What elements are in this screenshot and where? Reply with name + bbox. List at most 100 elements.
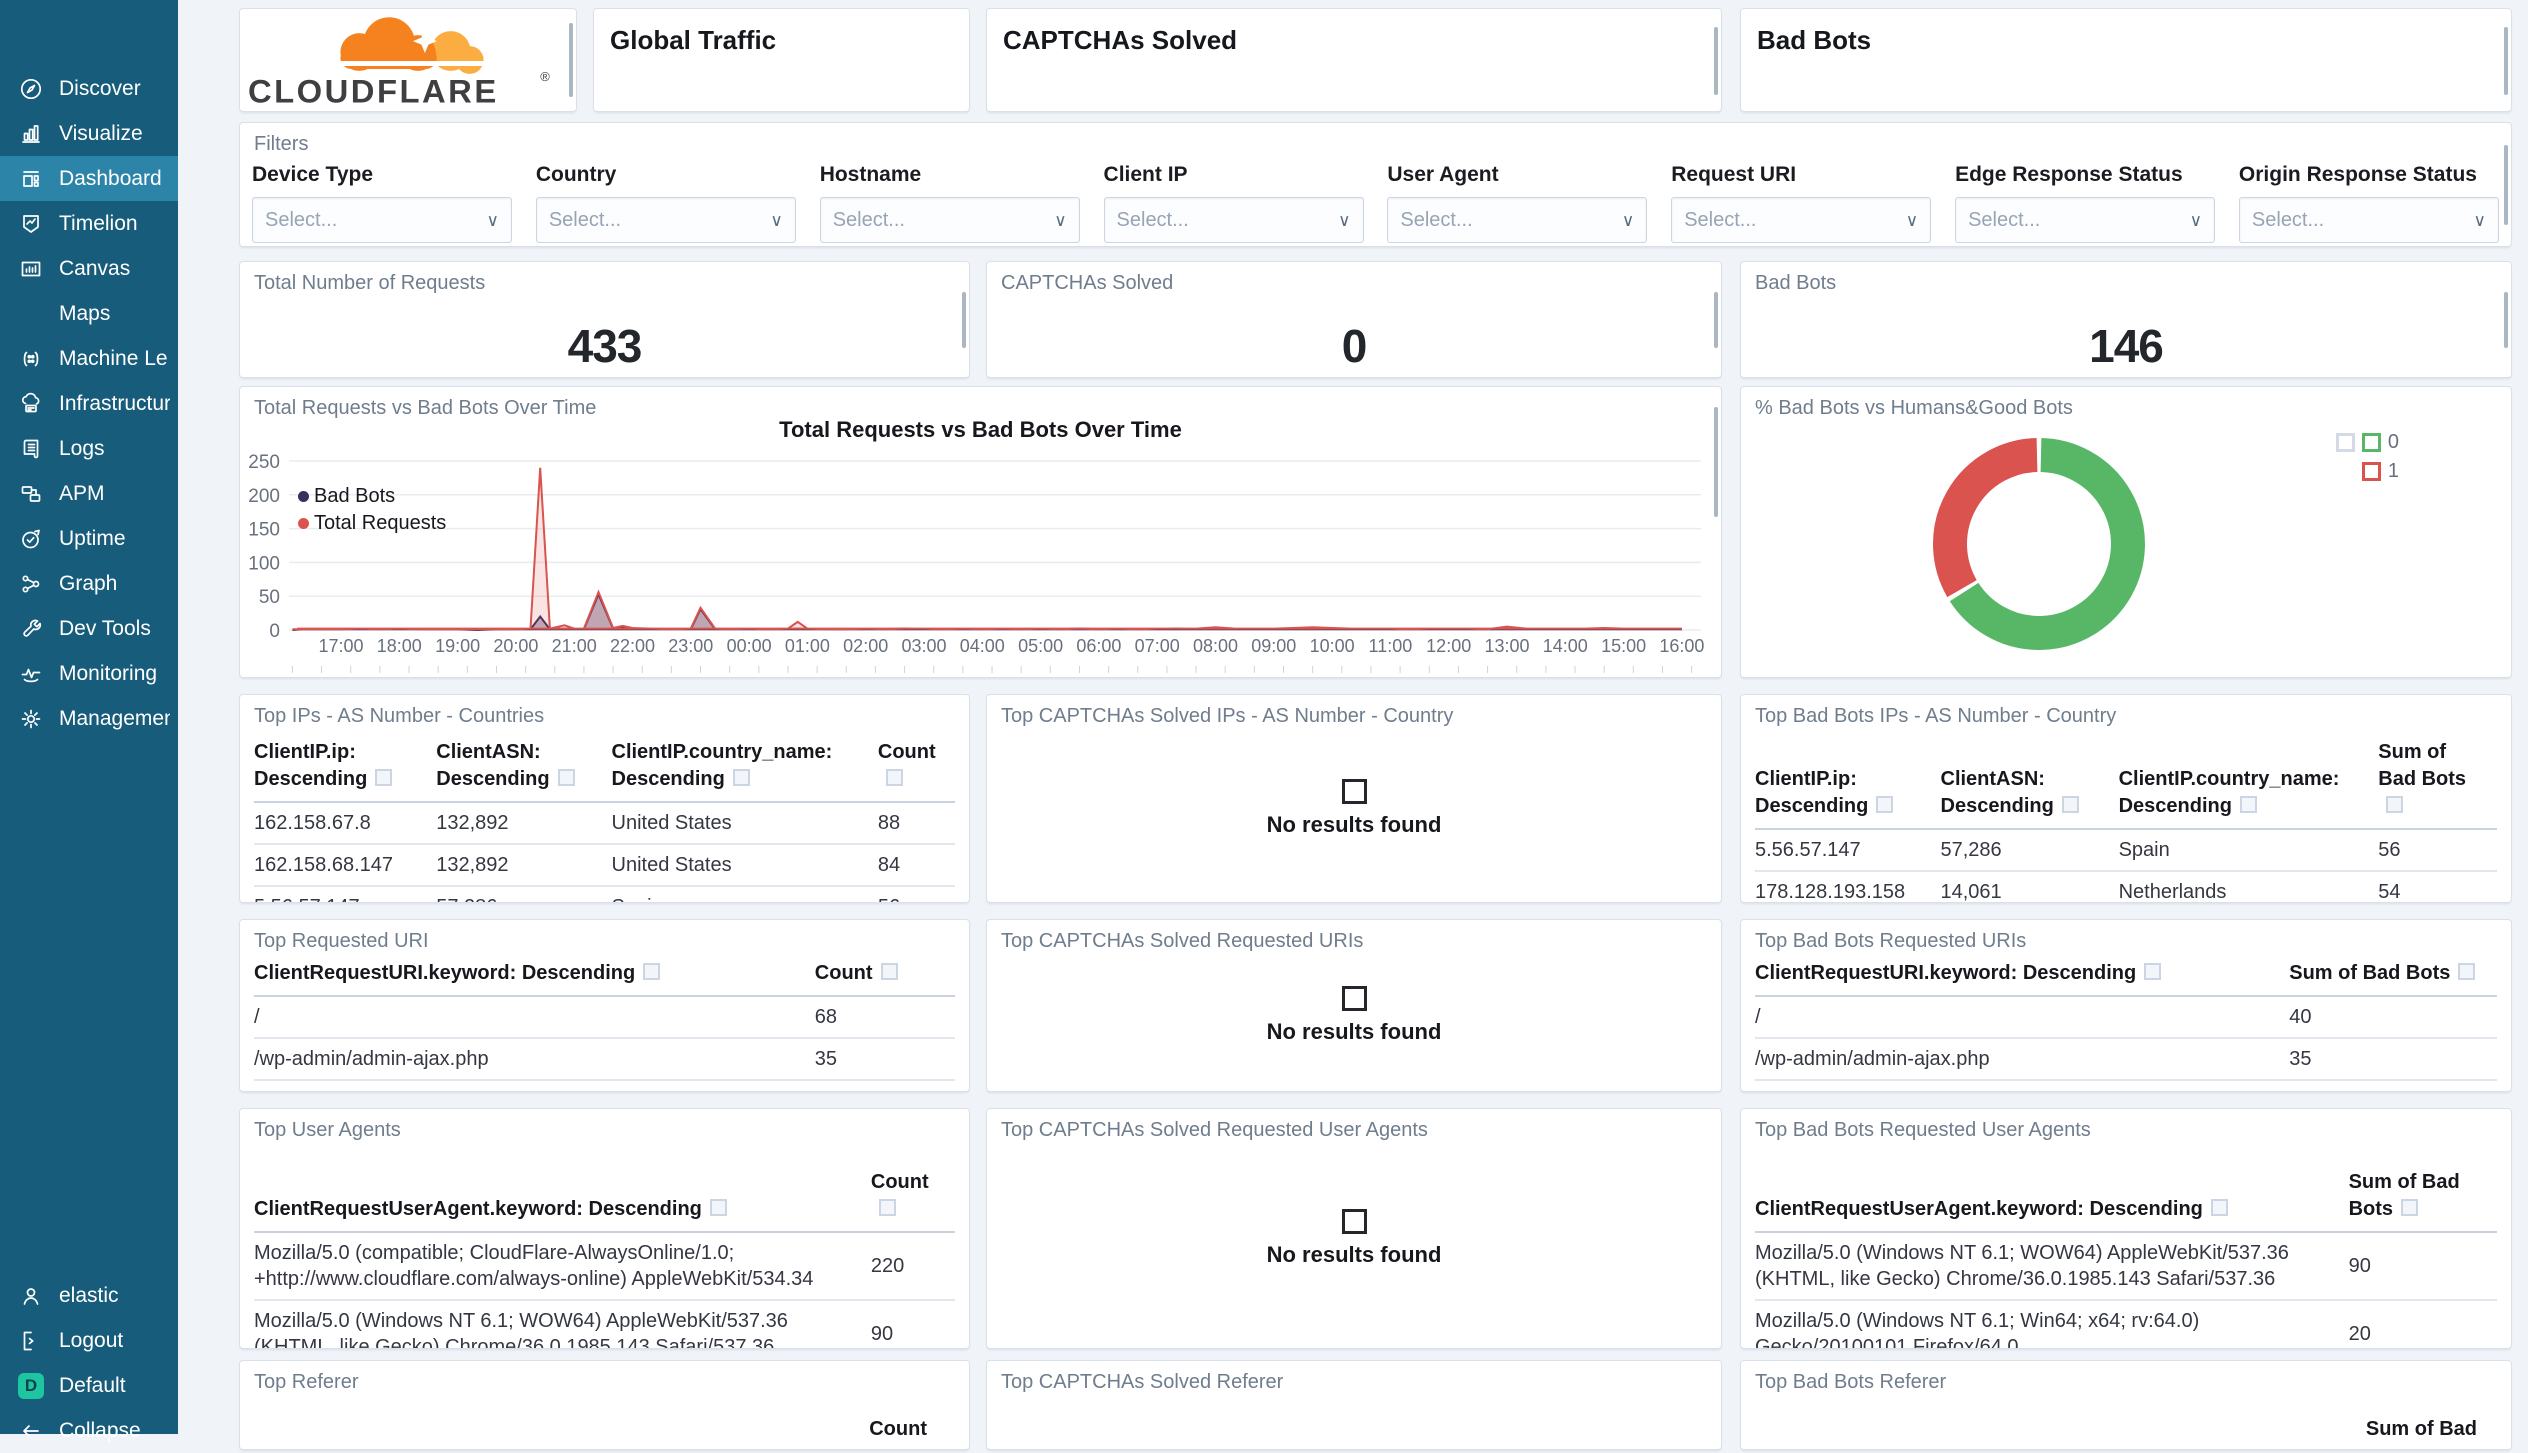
column-header[interactable]: Sum of Bad Bots <box>2378 739 2497 830</box>
request-uri-filter-select[interactable]: Select... ∨ <box>1671 197 1932 243</box>
cell: Spain <box>611 886 878 902</box>
sidebar-item-visualize[interactable]: Visualize <box>0 111 178 156</box>
svg-text:100: 100 <box>248 553 280 574</box>
sidebar-item-dev-tools[interactable]: Dev Tools <box>0 606 178 651</box>
user-agent-tables-row: Top User Agents ClientRequestUserAgent.k… <box>239 1108 2512 1349</box>
sidebar-item-dashboard[interactable]: Dashboard <box>0 156 178 201</box>
graph-icon <box>18 571 44 597</box>
sidebar-item-management[interactable]: Management <box>0 696 178 741</box>
sidebar-item-apm[interactable]: APM <box>0 471 178 516</box>
sidebar-item-graph[interactable]: Graph <box>0 561 178 606</box>
dashboard-content: CLOUDFLARE ® Global Traffic CAPTCHAs Sol… <box>178 0 2512 1450</box>
chevron-down-icon: ∨ <box>1338 210 1351 230</box>
client-ip-filter-select[interactable]: Select... ∨ <box>1103 197 1364 243</box>
column-header[interactable]: Sum of Bad <box>2366 1418 2477 1441</box>
column-header[interactable]: ClientRequestUserAgent.keyword: Descendi… <box>254 1169 871 1233</box>
global-traffic-header-panel: Global Traffic <box>593 8 970 112</box>
cell: 132,892 <box>436 844 612 887</box>
infrastructure-icon <box>18 391 44 417</box>
scrollbar-thumb[interactable] <box>2504 27 2508 95</box>
column-header[interactable]: ClientRequestURI.keyword: Descending <box>1755 960 2290 997</box>
column-header[interactable]: Sum of Bad Bots <box>2348 1169 2497 1233</box>
country-filter-select[interactable]: Select... ∨ <box>535 197 796 243</box>
table-row: /68 <box>254 996 955 1039</box>
cell: Mozilla/5.0 (compatible; CloudFlare-Alwa… <box>254 1232 871 1301</box>
column-header[interactable]: Count <box>870 1169 955 1233</box>
legend-item-0[interactable]: 0 <box>2335 431 2399 454</box>
svg-text:04:00: 04:00 <box>960 636 1005 656</box>
column-header[interactable]: ClientRequestUserAgent.keyword: Descendi… <box>1755 1169 2349 1233</box>
top-user-agents-panel: Top User Agents ClientRequestUserAgent.k… <box>239 1108 970 1349</box>
column-header[interactable]: ClientASN: Descending <box>436 739 612 803</box>
select-placeholder: Select... <box>1968 208 2041 231</box>
scrollbar-thumb[interactable] <box>2504 292 2508 348</box>
sidebar-item-label: Visualize <box>59 121 143 145</box>
sidebar-item-monitoring[interactable]: Monitoring <box>0 651 178 696</box>
edge-response-status-filter-select[interactable]: Select... ∨ <box>1955 197 2216 243</box>
cell: 90 <box>2348 1232 2497 1301</box>
sidebar-item-canvas[interactable]: Canvas <box>0 246 178 291</box>
hostname-filter-select[interactable]: Select... ∨ <box>819 197 1080 243</box>
sort-icon <box>2386 796 2404 813</box>
no-results: No results found <box>987 940 1721 1091</box>
column-header[interactable]: Sum of Bad Bots <box>2289 960 2497 997</box>
sidebar-item-timelion[interactable]: Timelion <box>0 201 178 246</box>
legend-item-bad-bots[interactable]: Bad Bots <box>298 483 446 510</box>
sidebar-item-infrastructure[interactable]: Infrastructure <box>0 381 178 426</box>
sidebar-item-discover[interactable]: Discover <box>0 66 178 111</box>
sidebar-item-collapse[interactable]: Collapse <box>0 1408 178 1453</box>
column-header[interactable]: Count <box>869 1418 927 1441</box>
legend-filter-icon[interactable] <box>2335 433 2355 452</box>
collapse-icon <box>18 1418 44 1444</box>
legend-item-1[interactable]: 1 <box>2361 460 2399 483</box>
chevron-down-icon: ∨ <box>1054 210 1067 230</box>
column-header[interactable]: ClientIP.country_name: Descending <box>611 739 878 803</box>
canvas-icon <box>18 256 44 282</box>
scrollbar-thumb[interactable] <box>962 292 966 348</box>
scrollbar-thumb[interactable] <box>2504 145 2508 225</box>
svg-text:02:00: 02:00 <box>843 636 888 656</box>
table-row: Mozilla/5.0 (compatible; CloudFlare-Alwa… <box>254 1232 955 1301</box>
column-header[interactable]: ClientRequestURI.keyword: Descending <box>254 960 815 997</box>
origin-response-status-filter-select[interactable]: Select... ∨ <box>2238 197 2499 243</box>
table-row: 162.158.67.8 132,892 United States 88 <box>254 802 955 845</box>
column-header[interactable]: Count <box>877 739 955 803</box>
svg-text:19:00: 19:00 <box>435 636 480 656</box>
sidebar-item-logs[interactable]: Logs <box>0 426 178 471</box>
column-header[interactable]: ClientIP.ip: Descending <box>254 739 437 803</box>
metric-value: 433 <box>567 320 643 372</box>
column-header[interactable]: ClientIP.ip: Descending <box>1755 739 1941 830</box>
user-icon <box>18 1283 44 1309</box>
sidebar-item-label: Logs <box>59 436 105 460</box>
sort-icon <box>878 1199 896 1216</box>
sidebar-item-default[interactable]: D Default <box>0 1363 178 1408</box>
column-header[interactable]: ClientASN: Descending <box>1940 739 2119 830</box>
sidebar-item-label: Collapse <box>59 1418 141 1442</box>
legend-item-total-requests[interactable]: Total Requests <box>298 510 446 537</box>
sidebar-item-label: Discover <box>59 76 141 100</box>
sidebar-item-label: Machine Le… <box>59 346 170 370</box>
scrollbar-thumb[interactable] <box>1714 292 1718 348</box>
scrollbar-thumb[interactable] <box>569 23 573 97</box>
svg-text:15:00: 15:00 <box>1601 636 1646 656</box>
no-results: No results found <box>987 1129 1721 1348</box>
table-row: /40 <box>1755 996 2497 1039</box>
table-row: 162.158.68.147 132,892 United States 84 <box>254 844 955 887</box>
sidebar-item-uptime[interactable]: Uptime <box>0 516 178 561</box>
user-agent-filter-select[interactable]: Select... ∨ <box>1387 197 1648 243</box>
sidebar-item-logout[interactable]: Logout <box>0 1318 178 1363</box>
device-type-filter-select[interactable]: Select... ∨ <box>252 197 512 243</box>
scrollbar-thumb[interactable] <box>1714 407 1718 517</box>
top_ips-table: ClientIP.ip: Descending ClientASN: Descen… <box>254 739 955 902</box>
cell: United States <box>611 802 878 845</box>
sidebar-item-elastic[interactable]: elastic <box>0 1273 178 1318</box>
column-header[interactable]: ClientIP.country_name: Descending <box>2118 739 2379 830</box>
sidebar-item-maps[interactable]: Maps <box>0 291 178 336</box>
scrollbar-thumb[interactable] <box>1714 27 1718 95</box>
column-header[interactable]: Count <box>814 960 955 997</box>
sidebar-item-machine-le[interactable]: Machine Le… <box>0 336 178 381</box>
filters-title: Filters <box>254 133 309 155</box>
svg-text:0: 0 <box>269 621 280 642</box>
cell: 178.128.193.158 <box>1755 871 1941 902</box>
logs-icon <box>18 436 44 462</box>
